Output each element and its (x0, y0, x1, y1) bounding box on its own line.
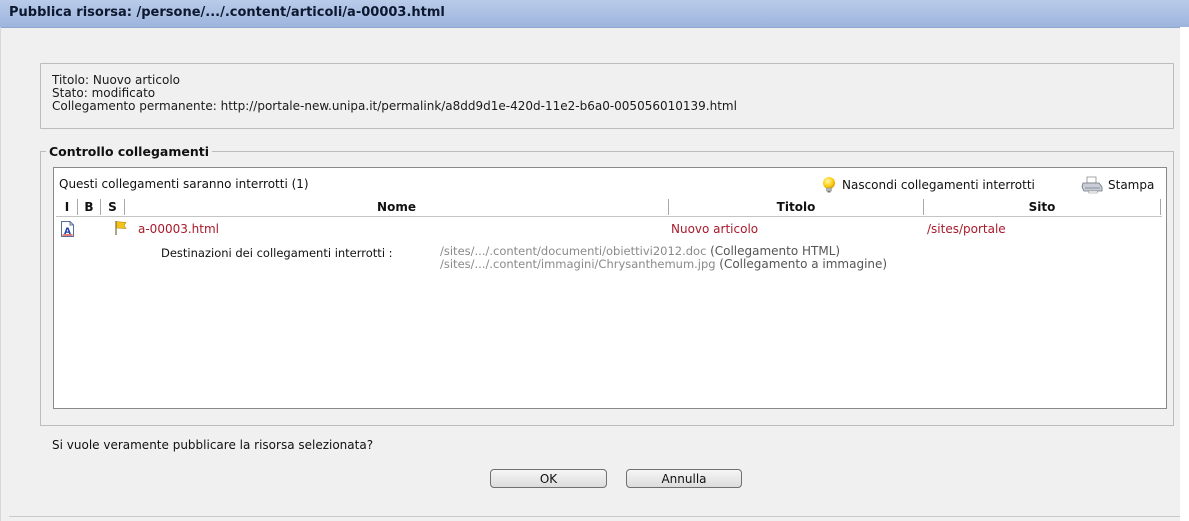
row-sito: /sites/portale (927, 222, 1006, 236)
links-table-header: I B S Nome Titolo Sito (56, 198, 1162, 217)
resource-info-box: Titolo: Nuovo articolo Stato: modificato… (40, 63, 1174, 129)
table-row[interactable]: A a-00003.html Nuovo articolo /sites/por… (56, 220, 1162, 238)
broken-links-panel[interactable]: Questi collegamenti saranno interrotti (… (53, 167, 1167, 409)
column-header-s[interactable]: S (101, 198, 124, 216)
broken-links-caption: Questi collegamenti saranno interrotti (… (59, 177, 309, 191)
list-item: /sites/.../.content/immagini/Chrysanthem… (440, 258, 887, 271)
article-icon: A (61, 221, 74, 237)
confirm-question: Si vuole veramente pubblicare la risorsa… (52, 438, 374, 452)
cancel-button[interactable]: Annulla (626, 469, 742, 488)
flag-icon (114, 220, 128, 236)
resource-state-text: Stato: modificato (52, 86, 156, 100)
column-header-titolo[interactable]: Titolo (669, 198, 923, 216)
dialog-right-margin (1180, 27, 1189, 521)
resource-permalink-text: Collegamento permanente: http://portale-… (52, 99, 737, 113)
printer-icon (1081, 176, 1103, 194)
dialog-left-border (0, 27, 1, 521)
hide-broken-links-label: Nascondi collegamenti interrotti (842, 178, 1035, 192)
dialog-titlebar: Pubblica risorsa: /persone/.../.content/… (0, 0, 1189, 28)
hide-broken-links-action[interactable]: Nascondi collegamenti interrotti (821, 176, 1035, 194)
column-header-i[interactable]: I (56, 198, 78, 216)
resource-title-text: Titolo: Nuovo articolo (52, 73, 180, 87)
print-action[interactable]: Stampa (1081, 176, 1154, 194)
lightbulb-icon (821, 176, 837, 194)
broken-target-path: /sites/.../.content/immagini/Chrysanthem… (440, 257, 716, 271)
broken-target-kind: (Collegamento a immagine) (719, 257, 888, 271)
publish-dialog: Pubblica risorsa: /persone/.../.content/… (0, 0, 1189, 521)
column-header-nome[interactable]: Nome (125, 198, 668, 216)
column-header-sito[interactable]: Sito (924, 198, 1160, 216)
broken-targets-label: Destinazioni dei collegamenti interrotti… (161, 246, 393, 260)
links-check-legend: Controllo collegamenti (46, 144, 212, 159)
column-header-b[interactable]: B (78, 198, 100, 216)
dialog-title: Pubblica risorsa: /persone/.../.content/… (9, 5, 445, 20)
column-separator (1160, 199, 1161, 215)
row-titolo: Nuovo articolo (671, 222, 759, 236)
broken-targets-list: /sites/.../.content/documenti/obiettivi2… (440, 245, 887, 271)
broken-target-path: /sites/.../.content/documenti/obiettivi2… (440, 244, 707, 258)
dialog-bottom-border (9, 516, 1180, 517)
row-nome-link[interactable]: a-00003.html (138, 222, 219, 236)
print-label: Stampa (1108, 178, 1155, 192)
ok-button[interactable]: OK (490, 469, 607, 488)
broken-target-kind: (Collegamento HTML) (710, 244, 841, 258)
